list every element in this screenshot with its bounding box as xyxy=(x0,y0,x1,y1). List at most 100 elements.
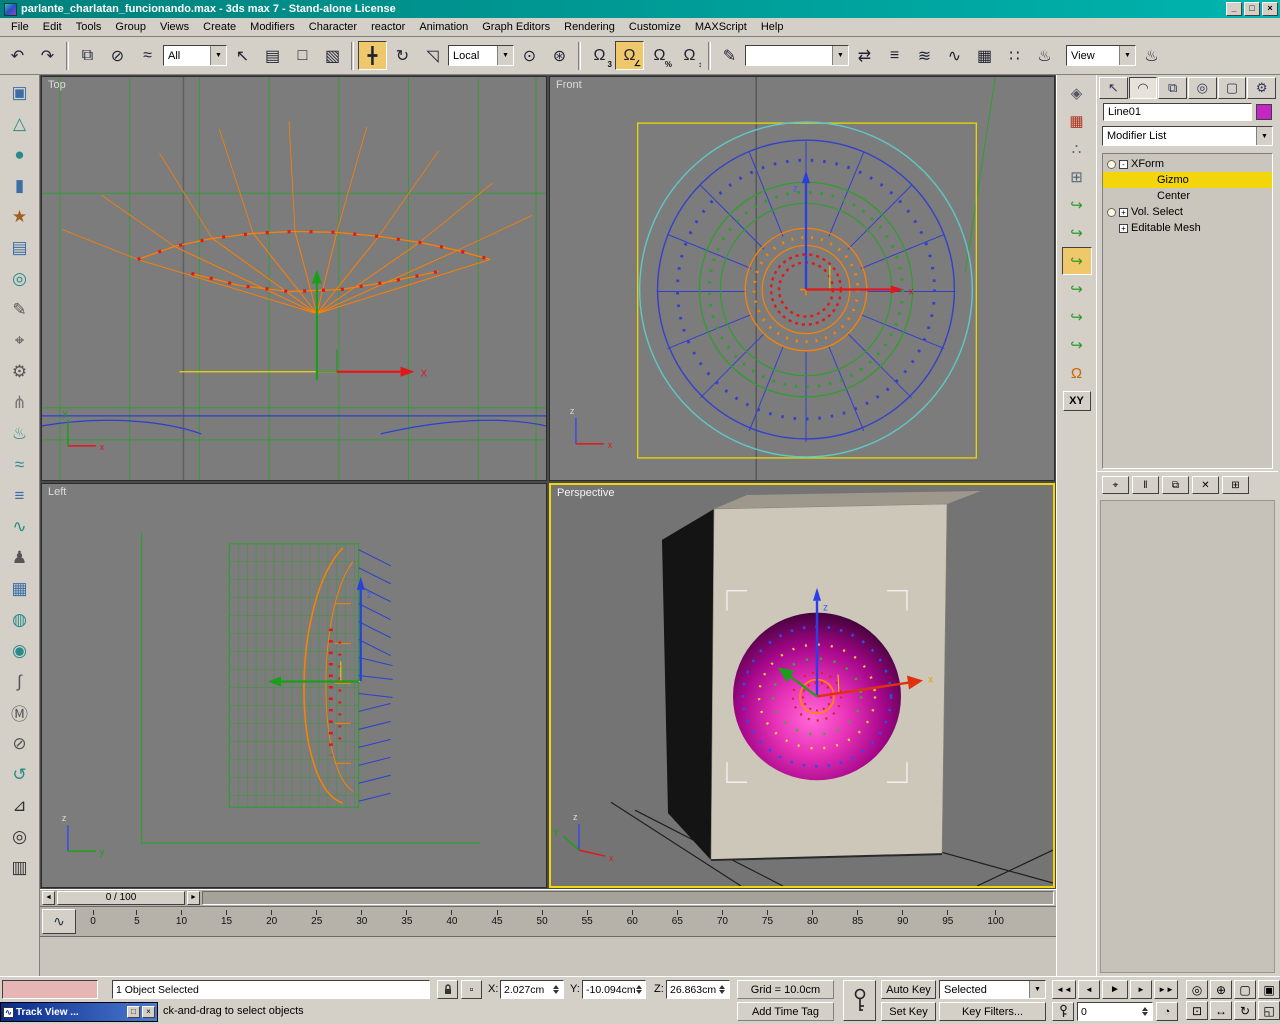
close-button[interactable]: × xyxy=(1262,2,1278,16)
bulb-icon[interactable] xyxy=(1107,207,1116,217)
null-object-icon[interactable]: ⊘ xyxy=(4,728,36,759)
time-configuration-button[interactable]: ◔ xyxy=(1156,1002,1178,1021)
select-and-rotate-icon[interactable]: ↻ xyxy=(388,41,417,70)
spacewarp-hook-icon-4[interactable]: ↪ xyxy=(1062,275,1092,303)
menu-character[interactable]: Character xyxy=(302,19,364,35)
stack-vol-select[interactable]: + Vol. Select xyxy=(1103,204,1272,220)
mirror-icon[interactable]: ⇄ xyxy=(850,41,879,70)
z-coord-field[interactable]: 26.863cm xyxy=(666,980,730,999)
magnify-tool-icon[interactable]: ⌖ xyxy=(4,325,36,356)
menu-modifiers[interactable]: Modifiers xyxy=(243,19,302,35)
top-viewport-canvas[interactable]: X x y xyxy=(42,77,546,480)
spring-icon[interactable]: ∿ xyxy=(4,511,36,542)
menu-animation[interactable]: Animation xyxy=(412,19,475,35)
percent-snap-icon[interactable]: Ω% xyxy=(645,41,674,70)
select-and-scale-icon[interactable]: ◹ xyxy=(418,41,447,70)
undo-icon[interactable]: ↶ xyxy=(3,41,32,70)
menu-maxscript[interactable]: MAXScript xyxy=(688,19,754,35)
magnet-snap-icon[interactable]: Ω xyxy=(1062,359,1092,387)
bulb-icon[interactable] xyxy=(1107,159,1116,169)
play-button[interactable]: ► xyxy=(1102,980,1128,999)
set-keys-button[interactable] xyxy=(843,980,876,1021)
top-viewport[interactable]: X x y Top xyxy=(41,76,547,481)
selection-filter-dropdown[interactable]: All ▼ xyxy=(163,45,227,66)
quick-render-icon[interactable]: ♨ xyxy=(1137,41,1166,70)
key-mode-toggle-button[interactable] xyxy=(1052,1002,1074,1021)
select-and-manipulate-icon[interactable]: ⊛ xyxy=(545,41,574,70)
select-object-icon[interactable]: ↖ xyxy=(228,41,257,70)
menu-file[interactable]: File xyxy=(4,19,36,35)
auto-key-button[interactable]: Auto Key xyxy=(881,980,936,999)
menu-edit[interactable]: Edit xyxy=(36,19,69,35)
next-key-arrow[interactable]: ► xyxy=(187,891,200,905)
pencil-tool-icon[interactable]: ✎ xyxy=(4,294,36,325)
viewport-label-left[interactable]: Left xyxy=(48,486,66,498)
menu-rendering[interactable]: Rendering xyxy=(557,19,622,35)
remove-modifier-button[interactable]: ✕ xyxy=(1192,476,1219,494)
target-icon[interactable]: ◎ xyxy=(4,821,36,852)
gear-tool-icon[interactable]: ⚙ xyxy=(4,356,36,387)
viewport-label-front[interactable]: Front xyxy=(556,79,582,91)
waves-icon[interactable]: ≈ xyxy=(4,449,36,480)
film-strip-icon[interactable]: ▥ xyxy=(4,852,36,883)
bricks-icon[interactable]: ▦ xyxy=(1062,107,1092,135)
tab-modify[interactable]: ◠ xyxy=(1128,77,1158,99)
render-type-dropdown[interactable]: View ▼ xyxy=(1066,45,1136,66)
viewport-label-top[interactable]: Top xyxy=(48,79,66,91)
trackview-minimized-window[interactable]: ∿ Track View ... □ × xyxy=(0,1002,158,1022)
arc-rotate-button[interactable]: ↻ xyxy=(1234,1001,1256,1020)
tab-motion[interactable]: ◎ xyxy=(1188,77,1217,99)
xy-constraint-button[interactable]: XY xyxy=(1062,391,1091,411)
zoom-extents-button[interactable]: ▢ xyxy=(1234,980,1256,999)
selection-lock-button[interactable] xyxy=(437,980,458,999)
configure-modifier-sets-button[interactable]: ⊞ xyxy=(1222,476,1249,494)
layer-manager-icon[interactable]: ≋ xyxy=(910,41,939,70)
menu-tools[interactable]: Tools xyxy=(69,19,109,35)
track-bar-ruler[interactable]: 0 5 10 15 20 25 30 35 40 45 50 55 60 65 70 75 80 85 90 95 10… xyxy=(88,910,1004,935)
pin-stack-button[interactable]: ⌖ xyxy=(1102,476,1129,494)
spacewarp-hook-icon-5[interactable]: ↪ xyxy=(1062,303,1092,331)
expander-icon[interactable]: - xyxy=(1119,159,1128,169)
chevron-down-icon[interactable]: ▼ xyxy=(210,46,226,65)
tab-display[interactable]: ▢ xyxy=(1217,77,1247,99)
fork-tool-icon[interactable]: ⋔ xyxy=(4,387,36,418)
window-crossing-icon[interactable]: ▧ xyxy=(318,41,347,70)
sphere-primitive-icon[interactable]: ● xyxy=(4,139,36,170)
select-and-move-icon[interactable]: ╋ xyxy=(358,41,387,70)
menu-graph-editors[interactable]: Graph Editors xyxy=(475,19,557,35)
chevron-down-icon[interactable]: ▼ xyxy=(497,46,513,65)
named-selection-sets-icon[interactable]: ✎ xyxy=(715,41,744,70)
trackview-restore-button[interactable]: □ xyxy=(127,1006,140,1018)
menu-customize[interactable]: Customize xyxy=(622,19,688,35)
stack-center[interactable]: Center xyxy=(1103,188,1272,204)
align-icon[interactable]: ≡ xyxy=(880,41,909,70)
stack-xform[interactable]: - XForm xyxy=(1103,156,1272,172)
zoom-extents-all-button[interactable]: ▣ xyxy=(1258,980,1280,999)
trackview-close-button[interactable]: × xyxy=(142,1006,155,1018)
time-slider-track[interactable] xyxy=(202,891,1054,905)
region-zoom-button[interactable]: ⊡ xyxy=(1186,1001,1208,1020)
pan-button[interactable]: ↔ xyxy=(1210,1001,1232,1020)
macro-recorder-field[interactable] xyxy=(2,980,98,999)
angle-snap-icon[interactable]: Ω ∠ xyxy=(615,41,644,70)
curve-editor-icon[interactable]: ∿ xyxy=(940,41,969,70)
front-viewport-canvas[interactable]: z x z x xyxy=(550,77,1054,480)
object-name-field[interactable]: Line01 xyxy=(1103,103,1252,121)
tab-hierarchy[interactable]: ⧉ xyxy=(1158,77,1188,99)
rectangular-region-icon[interactable]: □ xyxy=(288,41,317,70)
material-editor-icon[interactable]: ∷ xyxy=(1000,41,1029,70)
lattice-icon[interactable]: ⊞ xyxy=(1062,163,1092,191)
viewport-label-perspective[interactable]: Perspective xyxy=(557,487,614,499)
menu-help[interactable]: Help xyxy=(754,19,791,35)
perspective-viewport[interactable]: z x z x y Perspective xyxy=(549,483,1055,888)
make-unique-button[interactable]: ⧉ xyxy=(1162,476,1189,494)
spacewarp-hook-icon-3[interactable]: ↪ xyxy=(1061,247,1092,275)
current-frame-field[interactable]: 0 xyxy=(1077,1002,1153,1021)
reference-coordsys-dropdown[interactable]: Local ▼ xyxy=(448,45,514,66)
render-scene-icon[interactable]: ♨ xyxy=(1030,41,1059,70)
menu-group[interactable]: Group xyxy=(108,19,153,35)
unlink-selection-icon[interactable]: ⊘ xyxy=(103,41,132,70)
spray-icon[interactable]: ∴ xyxy=(1062,135,1092,163)
add-time-tag-field[interactable]: Add Time Tag xyxy=(737,1002,834,1021)
y-spinner[interactable] xyxy=(635,982,642,997)
